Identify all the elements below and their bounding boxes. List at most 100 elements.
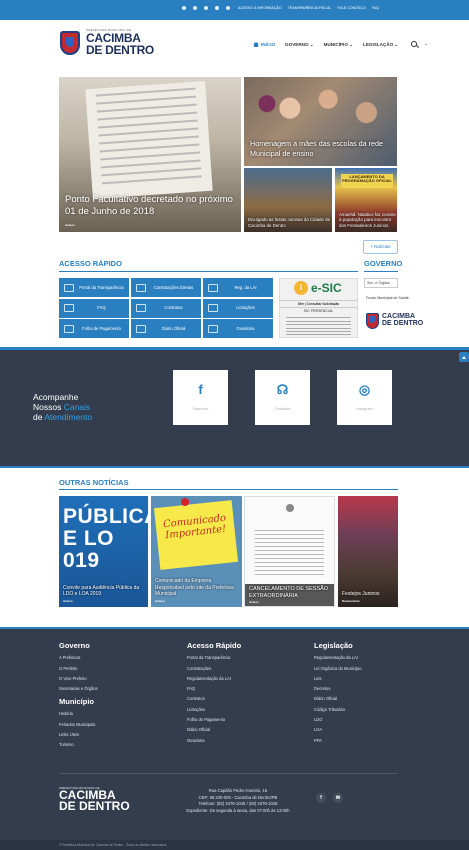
- nav-more-chevron-icon[interactable]: ⌄: [424, 41, 428, 47]
- footer-link[interactable]: Diário Oficial: [187, 727, 241, 732]
- quick-ouvidoria[interactable]: Ouvidoria: [203, 319, 273, 338]
- nav-governo[interactable]: GOVERNO ⌄: [285, 42, 314, 48]
- nav-municipio[interactable]: MUNICÍPIO ⌄: [324, 42, 353, 48]
- footer-link[interactable]: Decretos: [314, 686, 362, 691]
- footer-governo-title: Governo: [59, 641, 90, 650]
- hero-featured-news[interactable]: Ponto Facultativo decretado no próximo 0…: [59, 77, 241, 232]
- footer-link[interactable]: Portal da Transparência: [187, 655, 241, 660]
- social-card-label: Instagram: [356, 407, 373, 411]
- footer-link[interactable]: Regulamentação da LAI: [187, 676, 241, 681]
- search-icon[interactable]: [411, 41, 417, 47]
- site-logo[interactable]: PREFEITURA MUNICIPAL DE CACIMBA DE DENTR…: [60, 29, 154, 56]
- footer-link[interactable]: PPA: [314, 738, 362, 743]
- footer-col-governo: Governo A Prefeitura O Prefeito O Vice-P…: [59, 641, 98, 747]
- hero-r1-caption: Homenagem a mães das escolas da rede Mun…: [250, 139, 384, 158]
- outras-noticias-divider: [59, 489, 398, 490]
- coat-of-arms-icon: [60, 30, 80, 55]
- footer-link[interactable]: Links Úteis: [59, 732, 98, 737]
- quick-label: Reg. da LAI: [234, 284, 257, 290]
- quick-contratos[interactable]: Contratos: [131, 298, 201, 318]
- facebook-icon: f: [198, 382, 203, 397]
- top-link-transparencia[interactable]: TRANSPARÊNCIA FISCAL: [288, 6, 332, 10]
- esic-line1: Sfer | Consultar Solicitação: [280, 300, 357, 308]
- book-icon: [136, 324, 146, 333]
- footer-logo[interactable]: PREFEITURA MUNICIPAL DE CACIMBA DE DENTR…: [59, 786, 130, 813]
- footer-link[interactable]: Diário Oficial: [314, 696, 362, 701]
- footer-facebook-icon[interactable]: f: [316, 793, 326, 803]
- info-icon: i: [294, 281, 308, 295]
- footer-link[interactable]: LDO: [314, 717, 362, 722]
- governo-logo-line2: DE DENTRO: [382, 320, 424, 327]
- quick-contratacoes[interactable]: Contratações Diretas: [131, 278, 201, 297]
- social-card-instagram[interactable]: ◎ Instagram: [337, 370, 392, 425]
- news-card-caption: Comunicado da Empresa Responsável pelo s…: [155, 578, 234, 597]
- footer-link[interactable]: O Prefeito: [59, 666, 98, 671]
- footer-mail-icon[interactable]: ✉: [333, 793, 343, 803]
- font-decrease-icon[interactable]: [193, 6, 197, 10]
- news-card-image-line2: E LO: [63, 527, 115, 551]
- quick-reg-lai[interactable]: Reg. da LAI: [203, 278, 273, 297]
- footer-link[interactable]: Código Tributário: [314, 707, 362, 712]
- hero-news-mothers[interactable]: Homenagem a mães das escolas da rede Mun…: [244, 77, 397, 166]
- quick-diario-oficial[interactable]: Diário Oficial: [131, 319, 201, 338]
- hero-news-festas[interactable]: Divulgado as festas Juninas da Cidade de…: [244, 168, 332, 232]
- contrast-alt-icon[interactable]: [215, 6, 219, 10]
- quick-label: FAQ: [97, 305, 106, 311]
- quick-folha-pagamento[interactable]: Folha de Pagamento: [59, 319, 129, 338]
- quick-label: Diário Oficial: [161, 325, 186, 331]
- footer-link[interactable]: O Vice-Prefeito: [59, 676, 98, 681]
- footer-link[interactable]: Secretarias e Órgãos: [59, 686, 98, 691]
- more-news-button[interactable]: + Notícias: [363, 240, 398, 254]
- footer-link[interactable]: FAQ: [187, 686, 241, 691]
- headset-icon: ☊: [276, 382, 289, 397]
- footer-link[interactable]: Contratos: [187, 696, 241, 701]
- hero-news-convite[interactable]: LANÇAMENTO DA PROGRAMAÇÃO OFICIAL Amanhã…: [335, 168, 397, 232]
- main-nav: INÍCIO GOVERNO ⌄ MUNICÍPIO ⌄ LEGISLAÇÃO …: [253, 42, 398, 48]
- news-card-image-line3: 019: [63, 549, 100, 573]
- governo-link[interactable]: Fundo Municipal de Saúde: [366, 296, 409, 300]
- font-increase-icon[interactable]: [182, 6, 186, 10]
- social-card-facebook[interactable]: f Facebook: [173, 370, 228, 425]
- footer-link[interactable]: A Prefeitura: [59, 655, 98, 660]
- esic-banner[interactable]: i e-SIC Sfer | Consultar Solicitação SIC…: [279, 278, 358, 338]
- contrast-icon[interactable]: [204, 6, 208, 10]
- top-link-faq[interactable]: FAQ: [372, 6, 379, 10]
- nav-inicio[interactable]: INÍCIO: [253, 42, 275, 48]
- footer-link[interactable]: Contratações: [187, 666, 241, 671]
- social-card-ouvidoria[interactable]: ☊ Ouvidoria: [255, 370, 310, 425]
- quick-portal-transparencia[interactable]: Portal da Transparência: [59, 278, 129, 297]
- footer-address-line2: CEP: 58.230-000 - Cacimba de Dentro/PB: [198, 794, 278, 800]
- quick-faq[interactable]: FAQ: [59, 298, 129, 318]
- brand-text: PREFEITURA MUNICIPAL DE CACIMBA DE DENTR…: [86, 29, 154, 57]
- governo-select[interactable]: Sec. e Órgãos: [364, 278, 398, 288]
- top-link-fale-conosco[interactable]: FALE CONOSCO: [337, 6, 365, 10]
- quick-label: Ouvidoria: [236, 325, 255, 331]
- menu-icon[interactable]: [226, 6, 230, 10]
- footer-link[interactable]: Regulamentação da LAI: [314, 655, 362, 660]
- sticky-note: Comunicado Importante!: [153, 500, 239, 570]
- news-card-caption: Convite para Audiência Pública da LDO e …: [63, 584, 140, 597]
- footer-link[interactable]: História: [59, 711, 98, 716]
- footer-link[interactable]: Ouvidoria: [187, 738, 241, 743]
- nav-legislacao[interactable]: LEGISLAÇÃO ⌄: [363, 42, 398, 48]
- headset-icon: [208, 324, 218, 333]
- news-card-audiencia[interactable]: PÚBLICA E LO 019 Convite para Audiência …: [59, 496, 148, 607]
- news-card-festejos[interactable]: Festejos Juninos Desenvolver: [338, 496, 398, 607]
- footer-link[interactable]: Leis: [314, 676, 362, 681]
- footer-link[interactable]: LOA: [314, 727, 362, 732]
- social-heading-line2a: Nossos: [33, 402, 64, 413]
- esic-word: e-SIC: [311, 281, 342, 295]
- quick-licitacoes[interactable]: Licitações: [203, 298, 273, 318]
- footer-link[interactable]: Lei Orgânica do Município: [314, 666, 362, 671]
- footer-link[interactable]: Folha de Pagamento: [187, 717, 241, 722]
- footer-link[interactable]: Turismo: [59, 742, 98, 747]
- footer-address-line4: Expediente: De segunda à sexta, das 07:0…: [186, 808, 290, 814]
- footer-link[interactable]: Feriados Municipais: [59, 722, 98, 727]
- footer-link[interactable]: Licitações: [187, 707, 241, 712]
- esic-line2: SIC PRESENCIAL: [303, 309, 334, 313]
- scroll-top-icon[interactable]: [459, 352, 469, 362]
- news-card-cancelamento[interactable]: CANCELAMENTO DE SESSÃO EXTRAORDINÁRIA Av…: [244, 496, 335, 607]
- seal-icon: [286, 504, 294, 512]
- news-card-comunicado[interactable]: Comunicado Importante! Comunicado da Emp…: [151, 496, 242, 607]
- top-link-acesso-informacao[interactable]: ACESSO À INFORMAÇÃO: [238, 6, 282, 10]
